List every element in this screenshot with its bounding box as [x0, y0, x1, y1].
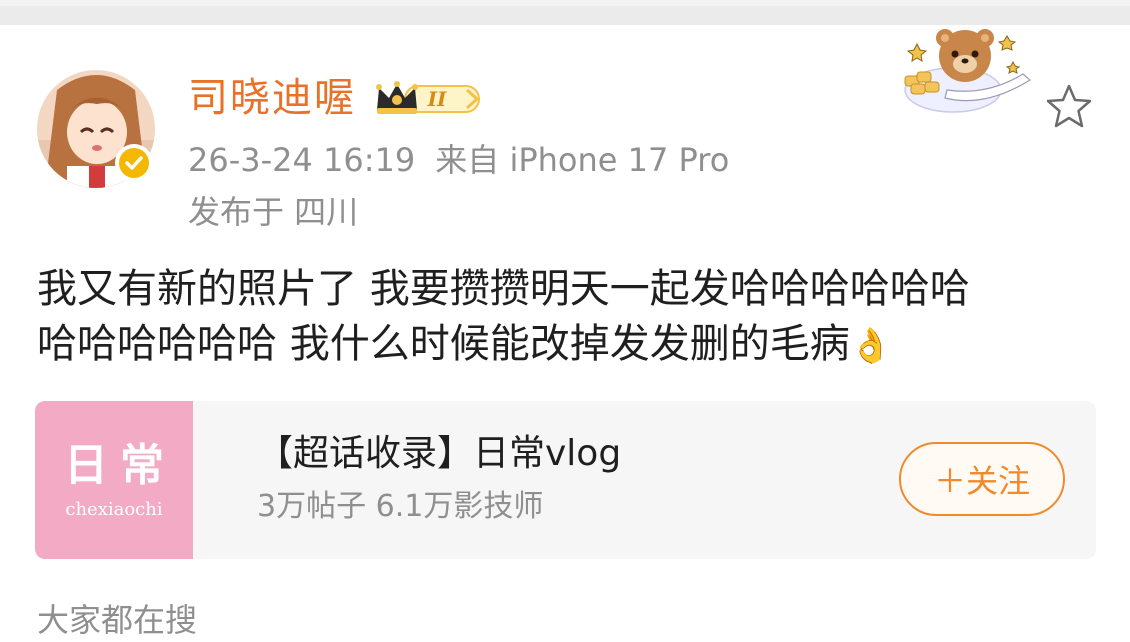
ok-hand-emoji-icon: 👌	[849, 326, 893, 366]
crown-icon[interactable]: II	[375, 80, 487, 120]
bear-sticker-icon	[895, 28, 1035, 122]
trending-search-heading: 大家都在搜	[37, 601, 198, 639]
cover-title: 日常	[64, 440, 176, 491]
post-meta: 26-3-24 16:19 来自 iPhone 17 Pro	[188, 138, 729, 182]
vip-level: II	[427, 87, 447, 111]
star-outline-icon[interactable]	[1044, 82, 1094, 132]
topic-stats: 3万帖子 6.1万影技师	[257, 489, 544, 524]
post-content: 我又有新的照片了 我要攒攒明天一起发哈哈哈哈哈哈 哈哈哈哈哈哈 我什么时候能改掉…	[37, 262, 1097, 374]
post-source[interactable]: 来自 iPhone 17 Pro	[435, 141, 729, 179]
post-location: 发布于 四川	[188, 193, 359, 231]
topic-cover-image: 日常 chexiaochi	[35, 401, 193, 559]
top-divider	[0, 0, 1130, 25]
follow-button[interactable]: ＋关注	[899, 442, 1065, 516]
verified-badge-icon	[115, 144, 153, 182]
super-topic-card[interactable]: 日常 chexiaochi 【超话收录】日常vlog 3万帖子 6.1万影技师 …	[35, 401, 1096, 559]
cover-subtitle: chexiaochi	[65, 499, 163, 520]
post-text-line-2: 哈哈哈哈哈哈 我什么时候能改掉发发删的毛病👌	[37, 321, 893, 367]
username[interactable]: 司晓迪喔	[188, 72, 356, 124]
post-date: 26-3-24 16:19	[188, 141, 416, 179]
topic-name: 【超话收录】日常vlog	[257, 433, 622, 474]
post-text-line-1: 我又有新的照片了 我要攒攒明天一起发哈哈哈哈哈哈	[37, 266, 970, 312]
weibo-post-page: 司晓迪喔 II 26-3-24 16:19 来自 iPhone 17 Pro 发布…	[0, 0, 1130, 642]
